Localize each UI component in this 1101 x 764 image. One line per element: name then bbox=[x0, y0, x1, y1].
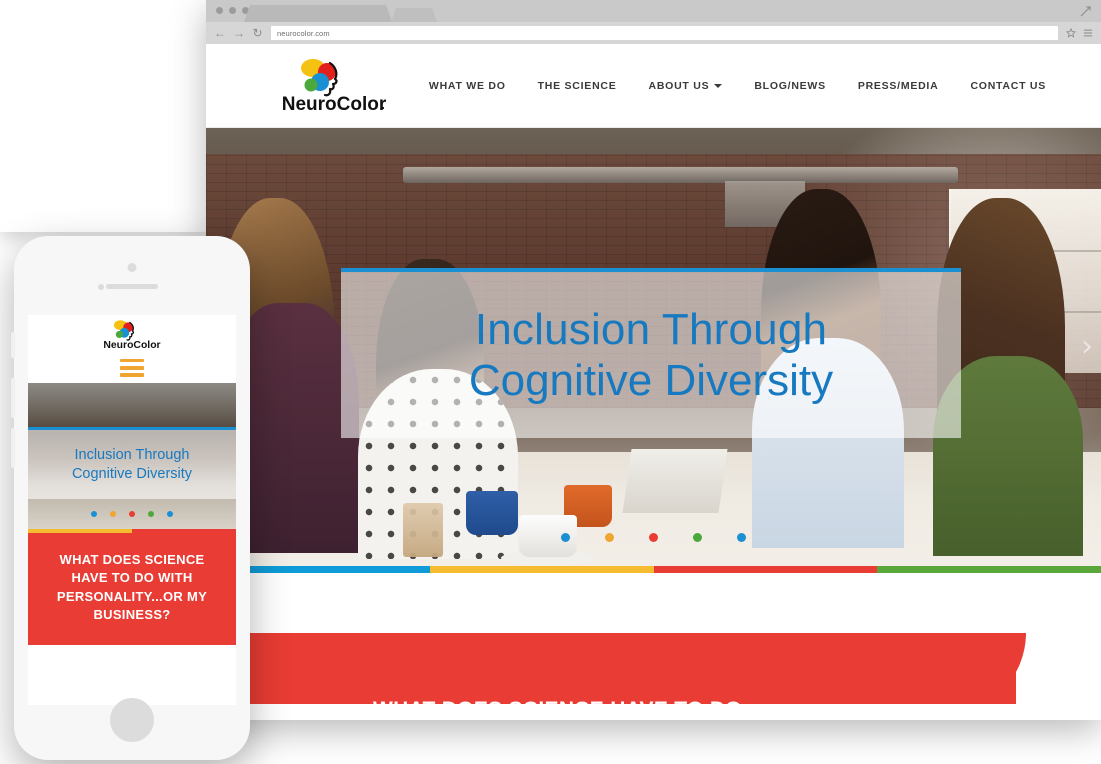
carousel-dot-5[interactable] bbox=[737, 533, 746, 542]
burger-line bbox=[120, 373, 144, 377]
mobile-hero-carousel: Inclusion Through Cognitive Diversity bbox=[28, 383, 236, 529]
carousel-dot-3[interactable] bbox=[649, 533, 658, 542]
main-navigation: WHAT WE DO THE SCIENCE ABOUT US BLOG/NEW… bbox=[429, 80, 1046, 92]
phone-mockup: NeuroColor Inclusion Through Cognitive D… bbox=[11, 236, 250, 760]
red-section-headline: WHAT DOES SCIENCE HAVE TO DO bbox=[373, 698, 742, 720]
address-bar[interactable]: neurocolor.com bbox=[271, 26, 1058, 40]
mobile-hamburger-menu-icon[interactable] bbox=[120, 358, 144, 381]
url-text: neurocolor.com bbox=[277, 28, 330, 38]
back-arrow-icon[interactable]: ← bbox=[214, 27, 226, 39]
mobile-hero-line1: Inclusion Through bbox=[74, 447, 190, 464]
star-icon[interactable] bbox=[1066, 28, 1076, 38]
mobile-red-line3: PERSONALITY...OR MY bbox=[56, 588, 208, 604]
carousel-dot-2[interactable] bbox=[605, 533, 614, 542]
burger-line bbox=[120, 365, 144, 370]
mobile-red-line1: WHAT DOES SCIENCE bbox=[59, 552, 205, 567]
chevron-down-icon bbox=[714, 83, 723, 88]
toolbar-right-icons bbox=[1066, 28, 1093, 38]
nav-item-what-we-do[interactable]: WHAT WE DO bbox=[429, 80, 506, 92]
nav-label: THE SCIENCE bbox=[537, 79, 617, 92]
screenshot-stage: ← → ↻ neurocolor.com NeuroColor WHAT WE … bbox=[0, 0, 1101, 764]
mobile-hero-text-overlay: Inclusion Through Cognitive Diversity bbox=[28, 427, 236, 499]
mobile-site-header: NeuroColor bbox=[28, 315, 236, 383]
mobile-brand-color-bar bbox=[28, 529, 236, 533]
carousel-pagination bbox=[206, 533, 1101, 542]
phone-earpiece-speaker bbox=[106, 284, 158, 289]
ceiling-duct bbox=[402, 167, 958, 184]
maximize-icon[interactable] bbox=[1080, 6, 1091, 17]
color-bar-yellow bbox=[429, 566, 654, 573]
drinking-glass bbox=[402, 503, 443, 558]
nav-label: WHAT WE DO bbox=[428, 79, 506, 92]
mobile-red-section: WHAT DOES SCIENCE HAVE TO DO WITH PERSON… bbox=[28, 533, 236, 645]
carousel-next-arrow-icon[interactable]: › bbox=[1081, 332, 1093, 362]
nav-item-blog-news[interactable]: BLOG/NEWS bbox=[754, 80, 826, 92]
mobile-carousel-pagination bbox=[28, 511, 236, 517]
nav-label: PRESS/MEDIA bbox=[857, 79, 939, 92]
window-controls[interactable] bbox=[216, 7, 249, 14]
color-bar-green bbox=[877, 566, 1101, 573]
mobile-color-bar-red bbox=[132, 529, 236, 533]
site-logo[interactable]: NeuroColor bbox=[278, 55, 400, 117]
carousel-dot-4[interactable] bbox=[693, 533, 702, 542]
mobile-carousel-dot-2[interactable] bbox=[110, 511, 116, 517]
blue-mug bbox=[465, 491, 518, 536]
site-header: NeuroColor WHAT WE DO THE SCIENCE ABOUT … bbox=[206, 44, 1101, 128]
mobile-carousel-dot-4[interactable] bbox=[148, 511, 154, 517]
laptop-on-table bbox=[622, 449, 728, 514]
phone-screen: NeuroColor Inclusion Through Cognitive D… bbox=[28, 315, 236, 705]
close-window-dot[interactable] bbox=[216, 7, 223, 14]
hero-headline-line2: Cognitive Diversity bbox=[468, 356, 834, 405]
mobile-hero-line2: Cognitive Diversity bbox=[71, 465, 193, 482]
nav-label: BLOG/NEWS bbox=[754, 79, 826, 92]
hero-carousel: Inclusion Through Cognitive Diversity › bbox=[206, 128, 1101, 566]
mobile-red-line2: HAVE TO DO WITH bbox=[71, 570, 193, 586]
phone-mute-switch[interactable] bbox=[11, 332, 15, 358]
mobile-red-line4: BUSINESS? bbox=[93, 607, 171, 623]
nav-item-the-science[interactable]: THE SCIENCE bbox=[538, 80, 617, 92]
mobile-carousel-dot-5[interactable] bbox=[167, 511, 173, 517]
mobile-color-bar-yellow bbox=[28, 529, 132, 533]
phone-home-button[interactable] bbox=[110, 698, 154, 742]
phone-volume-down-button[interactable] bbox=[11, 428, 15, 468]
reload-icon[interactable]: ↻ bbox=[252, 27, 263, 39]
white-spacer bbox=[206, 573, 1101, 633]
phone-front-camera bbox=[127, 263, 137, 272]
background-device-panel bbox=[0, 0, 206, 232]
brand-color-bar bbox=[206, 566, 1101, 573]
nav-label: CONTACT US bbox=[970, 79, 1046, 92]
phone-volume-up-button[interactable] bbox=[11, 378, 15, 418]
svg-text:NeuroColor: NeuroColor bbox=[282, 94, 387, 115]
burger-line bbox=[120, 358, 144, 363]
nav-label: ABOUT US bbox=[648, 79, 710, 92]
browser-titlebar bbox=[206, 0, 1101, 22]
browser-tab-active[interactable] bbox=[244, 5, 392, 22]
carousel-dot-1[interactable] bbox=[561, 533, 570, 542]
nav-item-contact-us[interactable]: CONTACT US bbox=[970, 80, 1046, 92]
browser-window: ← → ↻ neurocolor.com NeuroColor WHAT WE … bbox=[206, 0, 1101, 720]
mobile-carousel-dot-1[interactable] bbox=[91, 511, 97, 517]
svg-text:NeuroColor: NeuroColor bbox=[103, 340, 160, 351]
hero-text-overlay: Inclusion Through Cognitive Diversity bbox=[341, 268, 961, 438]
color-bar-red bbox=[653, 566, 878, 573]
mobile-carousel-dot-3[interactable] bbox=[129, 511, 135, 517]
browser-tab-inactive[interactable] bbox=[391, 8, 437, 22]
forward-arrow-icon[interactable]: → bbox=[233, 27, 245, 39]
minimize-window-dot[interactable] bbox=[229, 7, 236, 14]
background-device-surface bbox=[0, 0, 206, 232]
browser-toolbar: ← → ↻ neurocolor.com bbox=[206, 22, 1101, 44]
hero-headline-line1: Inclusion Through bbox=[474, 304, 828, 354]
hamburger-menu-icon[interactable] bbox=[1083, 28, 1093, 38]
nav-item-about-us[interactable]: ABOUT US bbox=[648, 79, 723, 92]
phone-proximity-sensor bbox=[98, 284, 104, 290]
neurocolor-logo-icon-mobile[interactable]: NeuroColor bbox=[101, 318, 163, 352]
nav-item-press-media[interactable]: PRESS/MEDIA bbox=[858, 80, 939, 92]
neurocolor-logo-icon: NeuroColor bbox=[282, 58, 387, 115]
